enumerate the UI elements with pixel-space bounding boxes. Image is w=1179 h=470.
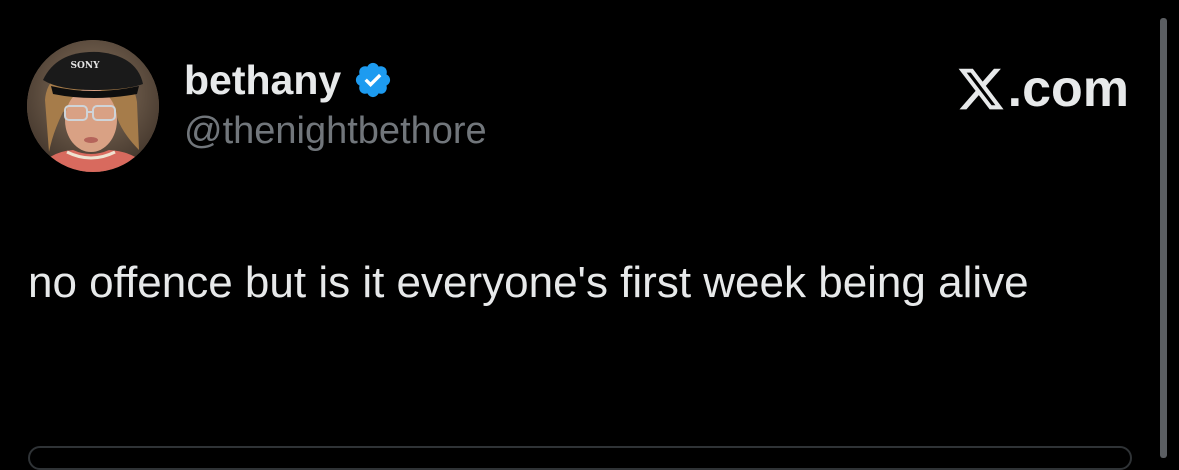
- user-handle[interactable]: @thenightbethore: [184, 108, 487, 154]
- tweet-card: SONY bethany @thenightbethore .com no of…: [0, 0, 1179, 470]
- avatar-cap-text: SONY: [71, 61, 101, 71]
- display-name[interactable]: bethany: [184, 56, 341, 104]
- verified-badge-icon: [353, 60, 393, 100]
- avatar[interactable]: SONY: [27, 40, 159, 172]
- x-logo-icon: [956, 64, 1006, 114]
- embedded-card-edge: [28, 446, 1132, 470]
- avatar-photo: SONY: [27, 40, 159, 172]
- brand-mark: .com: [956, 60, 1129, 118]
- tweet-text: no offence but is it everyone's first we…: [28, 258, 1029, 307]
- scrollbar[interactable]: [1160, 18, 1167, 458]
- brand-suffix: .com: [1007, 60, 1129, 118]
- author-row: bethany: [184, 56, 393, 104]
